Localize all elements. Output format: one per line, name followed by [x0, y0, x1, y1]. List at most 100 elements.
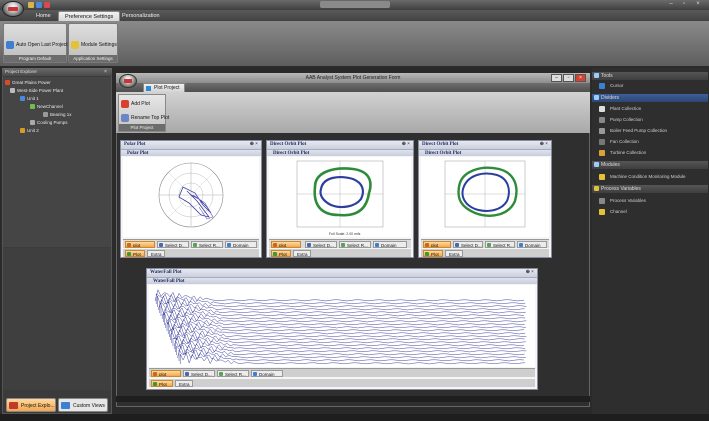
process-item[interactable]: Channel	[596, 207, 706, 217]
process-variables-header[interactable]: Process Variables	[592, 185, 708, 193]
tools-header[interactable]: Tools	[592, 72, 708, 80]
group-label-program-default: Program Default	[4, 55, 66, 62]
tab-custom-views[interactable]: Custom Views	[58, 398, 108, 412]
select-range-button[interactable]: Select R...	[191, 241, 223, 248]
tree-item[interactable]: Unit 1	[20, 95, 39, 102]
horizontal-scrollbar[interactable]	[116, 396, 590, 402]
tree-item[interactable]: Great Plains Power	[5, 79, 51, 86]
close-project-icon[interactable]	[44, 2, 50, 8]
panel-pin-close-icon[interactable]: ⊕ ×	[526, 269, 534, 277]
process-variable-icon	[599, 198, 605, 204]
domain-button[interactable]: Domain	[373, 241, 407, 248]
btn-label: Select R...	[199, 243, 220, 248]
select-icon	[307, 243, 311, 247]
divider-item[interactable]: Plant Collection	[596, 104, 706, 114]
ribbon-group-plot-project: Add Plot Rename Top Plot Plot Project	[118, 94, 169, 132]
tool-cursor[interactable]: Cursor	[596, 81, 706, 91]
auto-open-label: Auto Open Last Project	[16, 42, 68, 48]
turbine-icon	[599, 150, 605, 156]
sensor-icon	[43, 112, 48, 118]
select-range-button[interactable]: Select R...	[217, 370, 249, 377]
divider-item[interactable]: Pump Collection	[596, 115, 706, 125]
rename-top-plot-button[interactable]: Rename Top Plot	[120, 113, 169, 123]
plot-button[interactable]: plot	[151, 370, 181, 377]
document-title: AAB Analyst System Plot Generation Form	[116, 73, 590, 83]
panel-pin-close-icon[interactable]: ⊕ ×	[402, 141, 410, 149]
ribbon-group-application-settings: Module Settings Application Settings	[68, 23, 118, 63]
plot-toolbar: plot Select D... Select R... Domain	[421, 239, 549, 248]
select-range-icon	[341, 243, 345, 247]
add-plot-button[interactable]: Add Plot	[120, 99, 150, 109]
item-label: Boiler Feed Pump Collection	[610, 128, 668, 133]
select-range-icon	[193, 243, 197, 247]
tab-preference-settings[interactable]: Preference Settings	[58, 11, 121, 21]
process-variables-icon	[594, 186, 599, 191]
btn-label: Extra	[179, 382, 190, 387]
tab-plot[interactable]: Plot	[271, 250, 291, 257]
doc-close-icon[interactable]: ×	[575, 74, 586, 82]
tree-item-label: NewChannel	[37, 104, 63, 109]
select-data-button[interactable]: Select D...	[183, 370, 215, 377]
tab-plot[interactable]: Plot	[151, 380, 173, 387]
doc-restore-icon[interactable]: ▫	[563, 74, 574, 82]
divider-item[interactable]: Boiler Feed Pump Collection	[596, 126, 706, 136]
orbit-plot-panel-2: Direct Orbit Plot ⊕ × Direct Orbit Plot p…	[418, 140, 552, 258]
open-icon[interactable]	[28, 2, 34, 8]
tab-plot-project[interactable]: Plot Project	[143, 83, 185, 92]
item-label: Turbine Collection	[610, 150, 647, 155]
panel-pin-close-icon[interactable]: ⊕ ×	[540, 141, 548, 149]
modules-header[interactable]: Modules	[592, 161, 708, 169]
tree-item[interactable]: Unit 2	[20, 127, 39, 134]
dividers-header[interactable]: Dividers	[592, 94, 708, 102]
select-range-button[interactable]: Select R...	[485, 241, 515, 248]
tab-project-explorer[interactable]: Project Explo...	[6, 398, 56, 412]
tab-extra[interactable]: Extra	[147, 250, 165, 257]
btn-label: Plot	[133, 252, 141, 257]
plot-button[interactable]: plot	[423, 241, 451, 248]
panel-pin-close-icon[interactable]: ⊕ ×	[250, 141, 258, 149]
domain-button[interactable]: Domain	[517, 241, 547, 248]
domain-icon	[253, 372, 257, 376]
save-icon[interactable]	[36, 2, 42, 8]
select-data-button[interactable]: Select D...	[157, 241, 189, 248]
restore-icon[interactable]: ▫	[679, 1, 689, 8]
document-orb-button[interactable]	[119, 74, 137, 88]
tree-item-label: West-Side Power Plant	[17, 88, 64, 93]
tab-extra[interactable]: Extra	[293, 250, 311, 257]
plot-button[interactable]: plot	[125, 241, 155, 248]
select-range-icon	[219, 372, 223, 376]
select-data-button[interactable]: Select D...	[305, 241, 337, 248]
app-orb-button[interactable]	[2, 1, 24, 17]
item-label: Channel	[610, 209, 627, 214]
tree-item[interactable]: Bearing 1x	[43, 111, 72, 118]
tree-item[interactable]: NewChannel	[30, 103, 63, 110]
btn-label: Domain	[525, 243, 541, 248]
tab-plot[interactable]: Plot	[125, 250, 145, 257]
divider-item[interactable]: Turbine Collection	[596, 148, 706, 158]
panel-close-icon[interactable]: ×	[104, 69, 107, 75]
domain-button[interactable]: Domain	[251, 370, 283, 377]
auto-open-last-project-button[interactable]: Auto Open Last Project	[5, 40, 68, 50]
tab-extra[interactable]: Extra	[445, 250, 463, 257]
process-item[interactable]: Process Variables	[596, 196, 706, 206]
tab-home[interactable]: Home	[30, 11, 57, 21]
select-range-button[interactable]: Select R...	[339, 241, 371, 248]
tree-item[interactable]: West-Side Power Plant	[10, 87, 63, 94]
plot-button[interactable]: plot	[271, 241, 301, 248]
domain-button[interactable]: Domain	[225, 241, 257, 248]
plot-toolbar: plot Select D... Select R... Domain	[149, 368, 535, 377]
tab-extra[interactable]: Extra	[175, 380, 193, 387]
divider-item[interactable]: Fan Collection	[596, 137, 706, 147]
custom-views-icon	[61, 402, 70, 409]
tab-personalization[interactable]: Personalization	[116, 11, 166, 21]
minimize-icon[interactable]: –	[666, 1, 676, 8]
close-icon[interactable]: ×	[693, 1, 703, 8]
btn-label: Select R...	[493, 243, 514, 248]
doc-minimize-icon[interactable]: –	[551, 74, 562, 82]
tree-item[interactable]: Cooling Pumps	[30, 119, 68, 126]
module-item[interactable]: Machine Condition Monitoring Module	[596, 172, 706, 182]
select-data-button[interactable]: Select D...	[453, 241, 483, 248]
rename-icon	[121, 114, 129, 122]
module-settings-button[interactable]: Module Settings	[70, 40, 117, 50]
tab-plot[interactable]: Plot	[423, 250, 443, 257]
